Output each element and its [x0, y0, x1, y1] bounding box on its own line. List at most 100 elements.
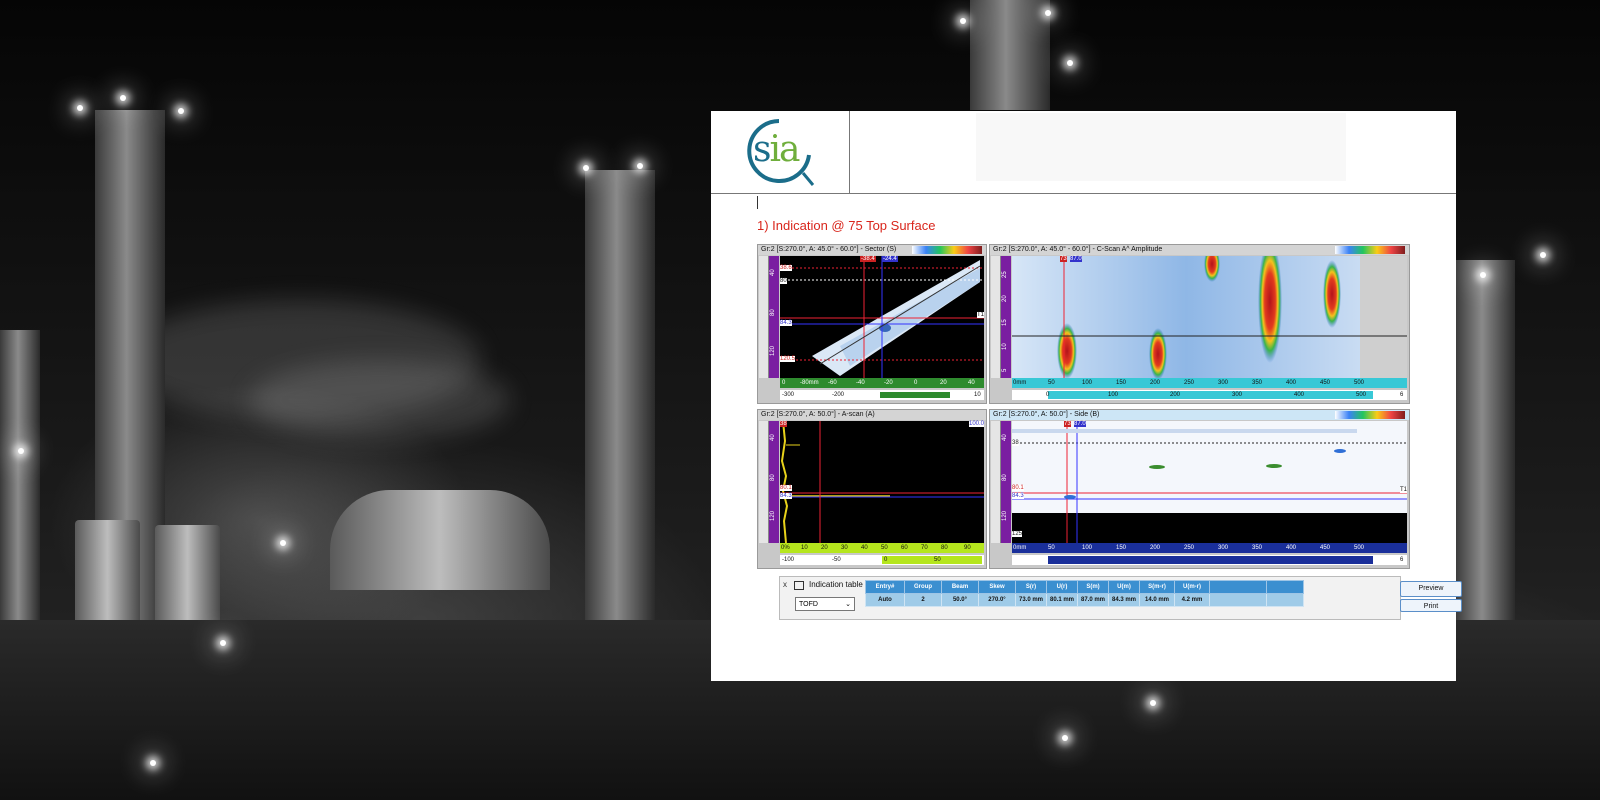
ascan-panel: Gr:2 [S:270.0°, A: 50.0°] - A-scan (A) 4… — [757, 409, 987, 569]
lamp-light — [960, 18, 966, 24]
tick-label: 150 — [1116, 380, 1127, 386]
tick-label: 30 — [841, 545, 848, 551]
column-header[interactable]: U(m-r) — [1174, 580, 1210, 594]
left-ruler[interactable] — [991, 256, 1001, 378]
bottom-scale[interactable]: 0 100 200 300 400 500 6 — [1012, 390, 1407, 400]
horizontal-scale: 0 -80mm -60 -40 -20 0 20 40 — [780, 378, 984, 388]
indication-table-label: Indication table — [809, 580, 863, 589]
bottom-scale[interactable]: -100 -50 0 50 — [780, 555, 984, 565]
lamp-light — [1045, 10, 1051, 16]
tick-label: -20 — [884, 380, 893, 386]
column-header[interactable] — [1209, 580, 1267, 594]
table-row[interactable]: Auto 2 50.0° 270.0° 73.0 mm 80.1 mm 87.0… — [865, 593, 1304, 607]
tick-label: 300 — [1232, 392, 1243, 398]
tick-label: 80 — [770, 474, 776, 481]
ascan-view[interactable]: 38 80.1 84.3 100.0 — [780, 420, 984, 544]
scroll-range[interactable] — [1048, 391, 1373, 399]
tick-label: 400 — [1286, 380, 1297, 386]
color-palette — [1335, 246, 1405, 254]
lamp-light — [178, 108, 184, 114]
bottom-scale[interactable]: 6 — [1012, 555, 1407, 565]
lamp-light — [77, 105, 83, 111]
sector-view[interactable]: -38.4 -24.4 38.6 80 84.3 120.5 T1 — [780, 256, 984, 378]
tick-label: 40 — [770, 269, 776, 276]
mode-select-value: TOFD — [799, 601, 818, 608]
tick-label: 15 — [1002, 319, 1008, 326]
left-ruler[interactable] — [759, 421, 769, 543]
left-ruler[interactable] — [991, 421, 1001, 543]
cursor-label: 87.0 — [1070, 256, 1082, 262]
vertical-scale: 40 80 120 — [769, 421, 779, 543]
tick-label: 120 — [770, 510, 776, 521]
bottom-scale[interactable]: -300 -200 10 — [780, 390, 984, 400]
depth-label: 84.3 — [780, 493, 792, 499]
lamp-light — [1067, 60, 1073, 66]
cursor-label: 73 — [1064, 421, 1071, 427]
tick-label: 20 — [821, 545, 828, 551]
horizontal-scale: 0% 10 20 30 40 50 60 70 80 90 — [780, 543, 984, 553]
column-header[interactable] — [1266, 580, 1304, 594]
preview-button[interactable]: Preview — [1400, 581, 1462, 597]
document-section-title: 1) Indication @ 75 Top Surface — [757, 218, 936, 233]
cursor-label: -24.4 — [882, 256, 898, 262]
cscan-amplitude-panel: Gr:2 [S:270.0°, A: 45.0° - 60.0°] - C-Sc… — [989, 239, 1410, 404]
scroll-range[interactable] — [1048, 556, 1373, 564]
tick-label: -200 — [832, 392, 845, 398]
lamp-light — [1150, 700, 1156, 706]
tick-label: 10 — [974, 392, 981, 398]
tick-label: 0% — [781, 545, 790, 551]
depth-label: 80 — [780, 278, 787, 284]
tick-label: 100 — [1082, 545, 1093, 551]
column-header[interactable]: S(m-r) — [1139, 580, 1175, 594]
mode-select[interactable]: TOFD ⌄ — [795, 597, 855, 611]
column-header[interactable]: Skew — [978, 580, 1016, 594]
tick-label: 0 — [884, 557, 888, 563]
tick-label: 350 — [1252, 380, 1263, 386]
tick-label: 150 — [1116, 545, 1127, 551]
vertical-scale: 40 80 120 — [1001, 421, 1011, 543]
refinery-tower — [970, 0, 1050, 110]
close-icon[interactable]: x — [783, 580, 787, 589]
table-cell: 87.0 mm — [1077, 593, 1109, 607]
depth-label: 38 — [1012, 440, 1019, 446]
lamp-light — [1480, 272, 1486, 278]
scroll-range[interactable] — [880, 392, 950, 398]
column-header[interactable]: U(r) — [1046, 580, 1078, 594]
column-header[interactable]: Entry# — [865, 580, 905, 594]
tick-label: 40 — [968, 380, 975, 386]
marker-label: T1 — [976, 312, 984, 318]
smoke-plume — [250, 360, 510, 440]
column-header[interactable]: S(r) — [1015, 580, 1047, 594]
refinery-structure — [1455, 260, 1515, 680]
tick-label: 250 — [1184, 545, 1195, 551]
tick-label: 50 — [1048, 380, 1055, 386]
scroll-range[interactable] — [882, 556, 982, 564]
cscan-view[interactable]: 73 87.0 — [1012, 239, 1407, 380]
tick-label: 0mm — [1013, 545, 1027, 551]
column-header[interactable]: U(m) — [1108, 580, 1140, 594]
tick-label: 120 — [1002, 510, 1008, 521]
column-header[interactable]: Group — [904, 580, 942, 594]
table-cell: 73.0 mm — [1015, 593, 1047, 607]
horizontal-scale: 0mm 50 100 150 200 250 300 350 400 450 5… — [1012, 543, 1407, 553]
side-view[interactable]: 73 87.0 38 80.1 84.3 125 T1 — [1012, 421, 1407, 543]
table-cell: 4.2 mm — [1174, 593, 1210, 607]
column-header[interactable]: S(m) — [1077, 580, 1109, 594]
logo-cell: sia — [711, 111, 850, 193]
report-document: sia 1) Indication @ 75 Top Surface Gr:2 … — [711, 111, 1462, 681]
header-blank-area — [976, 113, 1346, 181]
print-button[interactable]: Print — [1400, 599, 1462, 612]
tick-label: -300 — [782, 392, 795, 398]
lamp-light — [220, 640, 226, 646]
tick-label: 500 — [1354, 380, 1365, 386]
tick-label: 400 — [1294, 392, 1305, 398]
tick-label: 50 — [934, 557, 941, 563]
panel-title: Gr:2 [S:270.0°, A: 50.0°] - A-scan (A) — [758, 410, 986, 420]
sia-logo: sia — [741, 117, 817, 187]
amplitude-label: 100.0 — [968, 421, 984, 427]
cursor-label: 87.0 — [1074, 421, 1086, 427]
column-header[interactable]: Beam — [941, 580, 979, 594]
left-ruler[interactable] — [759, 256, 769, 378]
tick-label: 300 — [1218, 380, 1229, 386]
tick-label: 450 — [1320, 380, 1331, 386]
